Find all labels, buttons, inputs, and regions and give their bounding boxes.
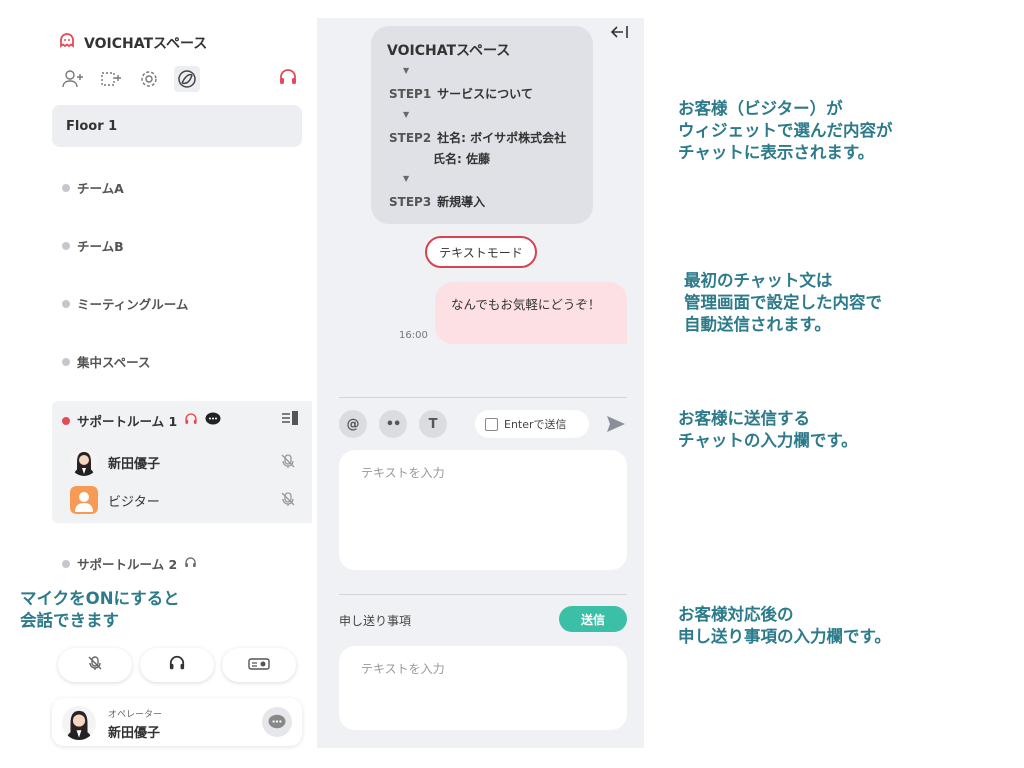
headset-icon (184, 412, 198, 429)
member-name: ビジター (108, 494, 160, 510)
floor-selector[interactable]: Floor 1 (52, 105, 302, 147)
flow-step: STEP1 サービスについて (389, 87, 533, 101)
flow-title: VOICHATスペース (387, 43, 511, 59)
brand-name: VOICHATスペース (84, 36, 208, 52)
mic-muted-icon (280, 491, 296, 511)
brand: VOICHATスペース (58, 32, 207, 54)
room-label: サポートルーム 2 (77, 557, 178, 572)
text-format-button[interactable]: T (419, 410, 447, 438)
chat-bubble-icon[interactable] (262, 707, 292, 737)
mic-muted-icon (280, 453, 296, 473)
handover-label: 申し送り事項 (339, 614, 412, 628)
operator-role: オペレーター (108, 710, 163, 720)
send-arrow-icon[interactable] (605, 414, 627, 438)
member-item[interactable]: ビジター (70, 486, 160, 514)
room-item-support-2[interactable]: サポートルーム 2 (62, 554, 197, 573)
mic-muted-icon (87, 655, 103, 675)
room-status-dot (62, 559, 70, 568)
operator-card: オペレーター 新田優子 (52, 698, 302, 746)
flow-step-sub: 氏名: 佐藤 (433, 152, 490, 166)
room-label: ミーティングルーム (77, 297, 189, 312)
room-item-focus[interactable]: 集中スペース (62, 352, 151, 371)
flow-step: STEP2 社名: ボイサポ株式会社 (389, 131, 567, 145)
operator-name: 新田優子 (108, 726, 161, 741)
room-status-dot (62, 241, 70, 250)
add-room-icon[interactable] (98, 66, 124, 92)
room-status-dot (62, 183, 70, 192)
settings-gear-icon[interactable] (136, 66, 162, 92)
headset-icon (168, 655, 186, 675)
support-room-1-panel: サポートルーム 1 新田優子 ビジター (52, 401, 312, 523)
down-arrow-icon: ▼ (403, 110, 410, 119)
enter-send-label: Enterで送信 (504, 418, 567, 431)
flow-step: STEP3 新規導入 (389, 195, 486, 209)
divider (339, 397, 627, 398)
member-item[interactable]: 新田優子 (70, 448, 160, 476)
annotation-widget-selection: お客様（ビジター）が ウィジェットで選んだ内容が チャットに表示されます。 (678, 99, 893, 162)
avatar (70, 448, 98, 476)
chat-message-input[interactable] (339, 450, 627, 570)
screen-share-button[interactable] (222, 648, 296, 682)
room-item-team-b[interactable]: チームB (62, 236, 124, 255)
sidebar-toolbar (60, 66, 200, 92)
room-status-dot (62, 299, 70, 308)
handover-send-button[interactable]: 送信 (559, 606, 627, 632)
visitor-avatar-icon (70, 486, 98, 514)
operator-avatar (62, 706, 96, 740)
collapse-arrow-icon[interactable] (610, 24, 629, 44)
room-label: チームA (77, 181, 124, 196)
down-arrow-icon: ▼ (403, 66, 410, 75)
annotation-mic: マイクをONにすると 会話できます (20, 589, 180, 630)
room-status-dot (62, 357, 70, 366)
down-arrow-icon: ▼ (403, 174, 410, 183)
chat-bubble-icon (205, 412, 221, 429)
mic-toggle-button[interactable] (58, 648, 132, 682)
room-label: サポートルーム 1 (77, 414, 178, 429)
divider (339, 594, 627, 595)
emoji-button[interactable]: •• (379, 410, 407, 438)
room-item-meeting[interactable]: ミーティングルーム (62, 294, 188, 313)
sidebar: VOICHATスペース Floor 1 チームA チームB ミーティングルーム … (50, 18, 312, 748)
annotation-auto-message: 最初のチャット文は 管理画面で設定した内容で 自動送信されます。 (684, 271, 882, 334)
room-label: 集中スペース (77, 355, 151, 370)
active-status-dot (62, 416, 70, 425)
enter-send-toggle[interactable]: Enterで送信 (475, 410, 589, 438)
link-orbit-icon[interactable] (174, 66, 200, 92)
text-mode-badge: テキストモード (425, 236, 537, 268)
add-user-icon[interactable] (60, 66, 86, 92)
enter-send-checkbox[interactable] (485, 417, 498, 431)
annotation-chat-input: お客様に送信する チャットの入力欄です。 (678, 409, 858, 450)
headset-icon (184, 556, 197, 572)
annotation-handover-input: お客様対応後の 申し送り事項の入力欄です。 (678, 605, 891, 646)
headset-toggle-button[interactable] (140, 648, 214, 682)
projector-icon (248, 656, 270, 675)
expand-panel-icon[interactable] (280, 409, 300, 431)
widget-selection-bubble: VOICHATスペース ▼ STEP1 サービスについて ▼ STEP2 社名: ボ… (371, 26, 593, 224)
chat-panel: VOICHATスペース ▼ STEP1 サービスについて ▼ STEP2 社名: ボ… (317, 18, 644, 748)
room-item-team-a[interactable]: チームA (62, 178, 124, 197)
room-label: チームB (77, 239, 124, 254)
room-item-support-1[interactable]: サポートルーム 1 (62, 411, 221, 430)
message-timestamp: 16:00 (399, 330, 428, 341)
headset-icon[interactable] (278, 68, 298, 90)
handover-notes-input[interactable] (339, 646, 627, 730)
mention-button[interactable]: @ (339, 410, 367, 438)
voichat-logo-icon (58, 32, 76, 54)
member-name: 新田優子 (108, 456, 161, 472)
auto-message-bubble: なんでもお気軽にどうぞ！ (435, 282, 627, 344)
